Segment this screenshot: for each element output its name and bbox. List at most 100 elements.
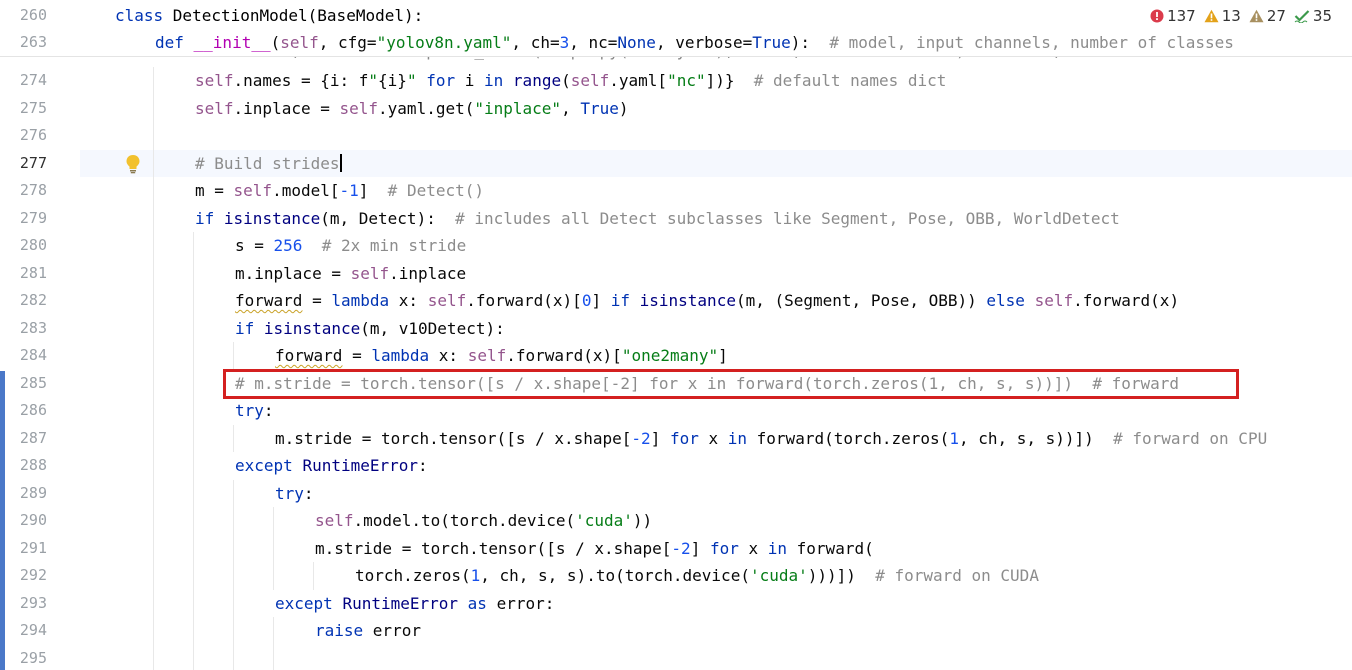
code-text: try:	[235, 397, 274, 425]
line-number[interactable]: 290	[0, 507, 47, 535]
indent-guide	[153, 397, 154, 425]
inspection-widget[interactable]: 137 13 27 35	[1150, 4, 1332, 28]
line-number[interactable]: 282	[0, 287, 47, 315]
code-token: error	[372, 621, 421, 640]
code-token: -2	[671, 538, 691, 558]
line-number[interactable]: 294	[0, 617, 47, 645]
code-text: torch.zeros(1, ch, s, s).to(torch.device…	[355, 562, 1039, 590]
line-number[interactable]: 286	[0, 397, 47, 425]
annotation-highlight-box	[223, 369, 1239, 399]
code-token: isinstance	[639, 291, 736, 310]
code-text: forward = lambda x: self.forward(x)[0] i…	[235, 287, 1179, 315]
line-number[interactable]: 284	[0, 342, 47, 370]
code-token: # Detect()	[387, 181, 484, 200]
lightbulb-icon[interactable]	[124, 154, 142, 174]
line-number[interactable]: 279	[0, 205, 47, 233]
code-line[interactable]: 289 try:	[0, 479, 1352, 508]
code-token: 'cuda'	[749, 566, 808, 585]
code-line[interactable]: 274 self.names = {i: f"{i}" for i in rang…	[0, 67, 1352, 95]
line-number[interactable]: 281	[0, 260, 47, 288]
code-token: in	[484, 71, 513, 90]
inspection-errors[interactable]: 137	[1150, 7, 1196, 25]
indent-guide	[193, 452, 194, 480]
line-number[interactable]: 285	[0, 370, 47, 398]
code-line[interactable]: 287 m.stride = torch.tensor([s / x.shape[…	[0, 424, 1352, 453]
code-token: , ch=	[511, 32, 560, 52]
indent-guide	[153, 452, 154, 480]
code-token: for	[709, 538, 749, 558]
code-line[interactable]: 281 m.inplace = self.inplace	[0, 259, 1352, 288]
line-number[interactable]: 260	[0, 2, 47, 30]
line-number[interactable]: 263	[0, 29, 47, 57]
line-number[interactable]: 291	[0, 535, 47, 563]
code-editor[interactable]: 274 self.names = {i: f"{i}" for i in rang…	[0, 0, 1352, 670]
line-number[interactable]: 274	[0, 67, 47, 95]
indent-guide	[233, 644, 234, 670]
code-line[interactable]: 275 self.inplace = self.yaml.get("inplace…	[0, 94, 1352, 123]
indent-guide	[193, 589, 194, 617]
code-line[interactable]: 284 forward = lambda x: self.forward(x)["…	[0, 342, 1352, 370]
code-token: in	[767, 538, 797, 558]
code-token: if	[195, 208, 224, 228]
code-line[interactable]: 279 if isinstance(m, Detect): # includes …	[0, 204, 1352, 233]
code-token: -1	[339, 181, 359, 200]
inspection-typos[interactable]: 35	[1294, 7, 1332, 25]
code-line[interactable]: 282 forward = lambda x: self.forward(x)[0…	[0, 287, 1352, 315]
code-line[interactable]: 293 except RuntimeError as error:	[0, 589, 1352, 618]
code-token: (m, v10Detect):	[360, 318, 505, 338]
code-line[interactable]: 278 m = self.model[-1] # Detect()	[0, 177, 1352, 205]
indent-guide	[233, 562, 234, 590]
line-number[interactable]: 295	[0, 645, 47, 670]
code-line[interactable]: 286 try:	[0, 397, 1352, 425]
code-token: x:	[398, 291, 428, 310]
line-number[interactable]: 275	[0, 95, 47, 123]
inspection-weak-warnings[interactable]: 27	[1249, 7, 1286, 25]
indent-guide	[273, 562, 274, 590]
line-number[interactable]: 288	[0, 452, 47, 480]
line-number[interactable]: 292	[0, 562, 47, 590]
code-token: forward(	[796, 538, 874, 558]
line-number[interactable]: 278	[0, 177, 47, 205]
indent-guide	[153, 369, 154, 397]
code-line[interactable]: 288 except RuntimeError:	[0, 452, 1352, 480]
indent-guide	[153, 617, 154, 645]
code-token: .forward(x)	[1073, 291, 1180, 310]
inspection-warnings[interactable]: 13	[1204, 7, 1241, 25]
code-token: :	[418, 456, 428, 475]
code-line[interactable]: 291 m.stride = torch.tensor([s / x.shape[…	[0, 534, 1352, 563]
code-line[interactable]: 292 torch.zeros(1, ch, s, s).to(torch.dev…	[0, 562, 1352, 590]
line-number[interactable]: 283	[0, 315, 47, 343]
code-line[interactable]: 280 s = 256 # 2x min stride	[0, 232, 1352, 260]
code-token: ]	[358, 181, 388, 200]
code-token: (m, (Segment, Pose, OBB))	[735, 291, 987, 310]
code-token: )))])	[807, 566, 876, 585]
line-number[interactable]: 277	[0, 150, 47, 178]
code-line[interactable]: 263 def __init__(self, cfg="yolov8n.yaml"…	[0, 28, 1352, 57]
indent-guide	[233, 507, 234, 535]
code-line[interactable]: 283 if isinstance(m, v10Detect):	[0, 314, 1352, 343]
code-token: , nc=	[569, 32, 618, 52]
errors-count: 137	[1167, 7, 1196, 25]
code-text: forward = lambda x: self.forward(x)["one…	[275, 342, 728, 370]
code-line[interactable]: 295	[0, 644, 1352, 670]
indent-guide	[153, 314, 154, 342]
line-number[interactable]: 276	[0, 122, 47, 150]
code-text: self.inplace = self.yaml.get("inplace", …	[195, 95, 629, 123]
indent-guide	[153, 507, 154, 535]
indent-guide	[193, 314, 194, 342]
code-token: RuntimeError	[342, 593, 468, 613]
code-line[interactable]: 276	[0, 122, 1352, 150]
indent-guide	[233, 617, 234, 645]
indent-guide	[153, 424, 154, 452]
indent-guide	[153, 259, 154, 287]
code-token: m.stride = torch.tensor([s / x.shape[	[275, 428, 632, 448]
line-number[interactable]: 287	[0, 425, 47, 453]
line-number[interactable]: 293	[0, 590, 47, 618]
line-number[interactable]: 289	[0, 480, 47, 508]
error-icon	[1150, 9, 1164, 23]
code-line[interactable]: 290 self.model.to(torch.device('cuda'))	[0, 507, 1352, 535]
line-number[interactable]: 280	[0, 232, 47, 260]
code-line[interactable]: 277 # Build strides	[0, 149, 1352, 178]
code-token: ]	[650, 428, 670, 448]
code-line[interactable]: 294 raise error	[0, 617, 1352, 645]
